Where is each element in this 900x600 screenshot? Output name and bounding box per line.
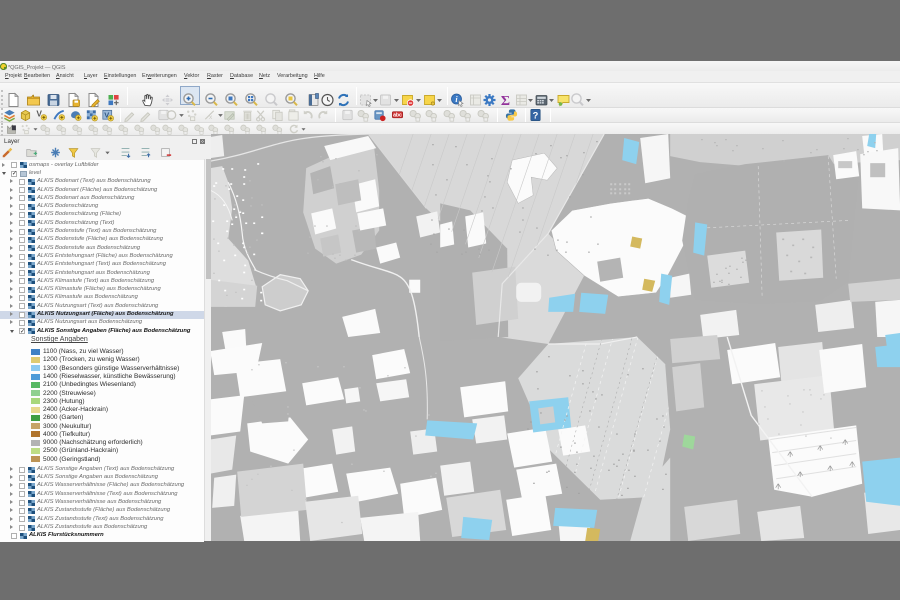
svg-text:?: ? [533,110,539,120]
svg-text:abc: abc [393,113,402,119]
svg-text:x: x [209,114,213,121]
